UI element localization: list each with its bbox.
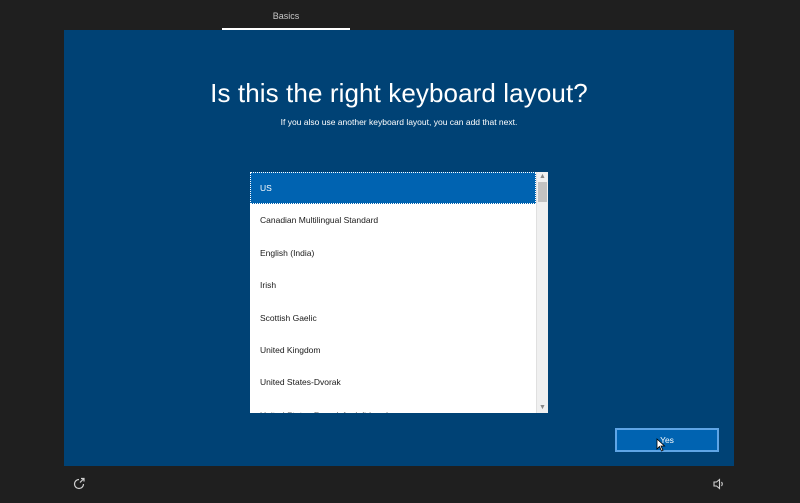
setup-panel: Is this the right keyboard layout? If yo… (64, 30, 734, 466)
list-item-us[interactable]: US (250, 172, 536, 205)
list-item-scottish-gaelic[interactable]: Scottish Gaelic (250, 302, 536, 334)
scroll-thumb[interactable] (538, 182, 547, 202)
list-scrollbar[interactable]: ▲ ▼ (536, 172, 548, 413)
keyboard-layout-list: US Canadian Multilingual Standard Englis… (250, 172, 536, 413)
oobe-screen: Basics Is this the right keyboard layout… (0, 0, 800, 503)
volume-icon[interactable] (712, 477, 726, 491)
list-item-irish[interactable]: Irish (250, 269, 536, 301)
list-item-united-states-dvorak[interactable]: United States-Dvorak (250, 366, 536, 398)
list-item-english-india[interactable]: English (India) (250, 237, 536, 269)
top-bar: Basics (0, 0, 800, 30)
scroll-up-icon[interactable]: ▲ (537, 172, 548, 182)
mouse-cursor-icon (656, 438, 666, 452)
tab-basics[interactable]: Basics (222, 0, 350, 30)
page-title: Is this the right keyboard layout? (210, 78, 588, 108)
list-item-canadian-multilingual-standard[interactable]: Canadian Multilingual Standard (250, 204, 536, 236)
yes-button[interactable]: Yes (615, 428, 719, 452)
list-item-united-states-dvorak-left-hand[interactable]: United States-Dvorak for left hand (250, 399, 536, 413)
page-subtitle: If you also use another keyboard layout,… (280, 117, 518, 127)
list-item-united-kingdom[interactable]: United Kingdom (250, 334, 536, 366)
bottom-bar (0, 466, 800, 503)
scroll-down-icon[interactable]: ▼ (537, 403, 548, 413)
keyboard-layout-listbox[interactable]: US Canadian Multilingual Standard Englis… (250, 172, 548, 413)
ease-of-access-icon[interactable] (72, 477, 86, 491)
